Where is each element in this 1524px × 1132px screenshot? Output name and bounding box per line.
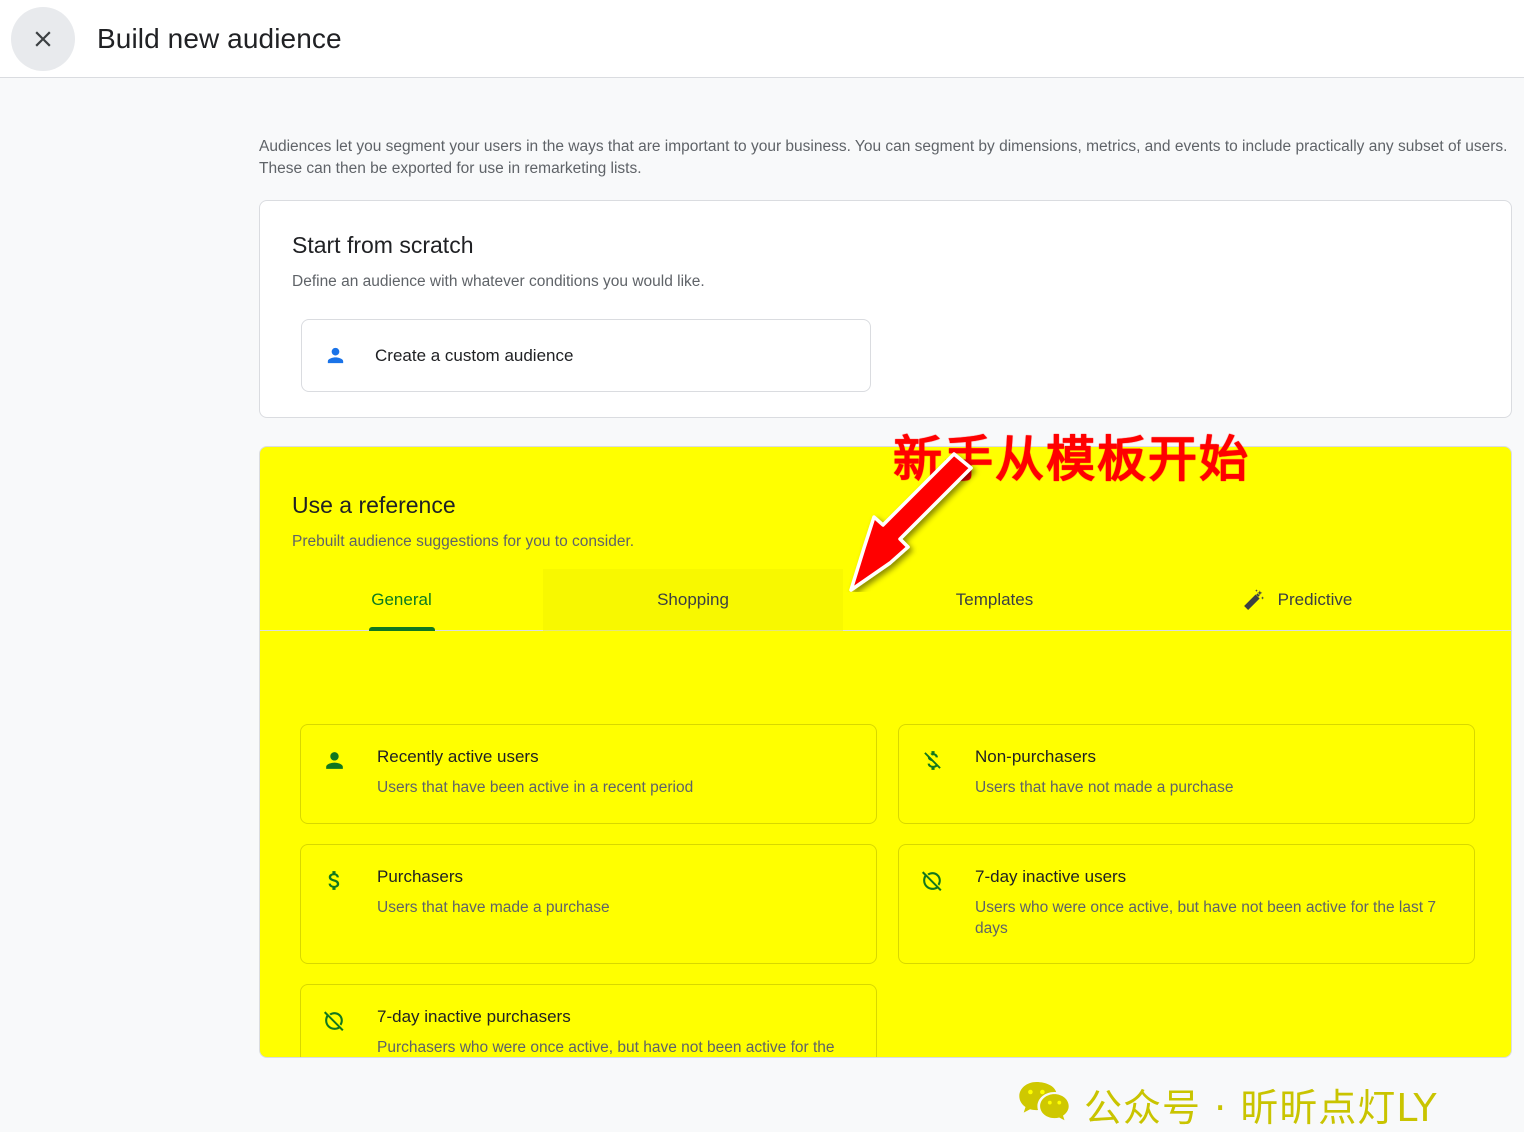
use-a-reference-title: Use a reference <box>292 492 456 518</box>
suggestion-description: Purchasers who were once active, but hav… <box>377 1039 835 1056</box>
tab-predictive[interactable]: Predictive <box>1146 569 1446 631</box>
use-a-reference-panel: Use a reference Prebuilt audience sugges… <box>259 446 1512 1058</box>
tab-general-label: General <box>371 590 432 609</box>
dollar-icon <box>321 867 347 893</box>
tab-templates-label: Templates <box>955 590 1034 609</box>
suggestion-row: 7-day inactive purchasers Purchasers who… <box>300 984 1475 1057</box>
grid-spacer <box>898 984 1475 1057</box>
wechat-watermark-text: 公众号 · 昕昕点灯LY <box>1084 1086 1438 1130</box>
suggestion-card-non-purchasers[interactable]: Non-purchasers Users that have not made … <box>898 724 1475 824</box>
start-from-scratch-title: Start from scratch <box>292 232 474 258</box>
suggestion-description: Users who were once active, but have not… <box>975 899 1436 937</box>
tab-general[interactable]: General <box>260 569 543 631</box>
tab-templates[interactable]: Templates <box>843 569 1146 631</box>
create-custom-audience-label: Create a custom audience <box>375 345 574 365</box>
suggestion-card-7-day-inactive-purchasers[interactable]: 7-day inactive purchasers Purchasers who… <box>300 984 877 1057</box>
use-a-reference-subtitle: Prebuilt audience suggestions for you to… <box>292 533 635 550</box>
suggestion-title: 7-day inactive users <box>975 867 1127 886</box>
intro-description: Audiences let you segment your users in … <box>259 138 1508 177</box>
suggestion-title: Recently active users <box>377 747 539 766</box>
tab-active-indicator <box>368 627 435 631</box>
dialog-header: Build new audience <box>0 0 1524 78</box>
suggestion-description: Users that have not made a purchase <box>975 779 1234 796</box>
create-custom-audience-button[interactable]: Create a custom audience <box>301 319 871 392</box>
page-title: Build new audience <box>97 22 342 54</box>
wechat-watermark: 公众号 · 昕昕点灯LY <box>1018 1077 1438 1132</box>
start-from-scratch-subtitle: Define an audience with whatever conditi… <box>292 273 705 290</box>
annotation-text: 新手从模板开始 <box>893 431 1251 488</box>
tab-shopping[interactable]: Shopping <box>543 569 843 631</box>
person-icon <box>321 747 347 773</box>
person-icon <box>323 344 347 368</box>
suggestion-row: Recently active users Users that have be… <box>300 724 1475 824</box>
alarm-off-icon <box>321 1007 347 1033</box>
tab-predictive-label: Predictive <box>1277 590 1353 609</box>
start-from-scratch-panel: Start from scratch Define an audience wi… <box>259 200 1512 418</box>
dialog-body: Audiences let you segment your users in … <box>0 79 1524 1130</box>
suggestion-row: Purchasers Users that have made a purcha… <box>300 844 1475 964</box>
suggestion-card-7-day-inactive-users[interactable]: 7-day inactive users Users who were once… <box>898 844 1475 964</box>
suggestion-title: Non-purchasers <box>975 747 1096 766</box>
suggestion-description: Users that have been active in a recent … <box>377 779 694 796</box>
close-button[interactable] <box>11 6 75 71</box>
wechat-icon <box>1018 1080 1070 1129</box>
suggestion-grid: Recently active users Users that have be… <box>300 724 1475 1057</box>
tab-shopping-label: Shopping <box>657 590 729 609</box>
suggestion-card-recently-active-users[interactable]: Recently active users Users that have be… <box>300 724 877 824</box>
suggestion-title: Purchasers <box>377 867 463 886</box>
close-icon <box>30 26 56 52</box>
money-off-icon <box>919 747 945 773</box>
suggestion-description: Users that have made a purchase <box>377 899 610 916</box>
alarm-off-icon <box>919 867 945 893</box>
suggestion-card-purchasers[interactable]: Purchasers Users that have made a purcha… <box>300 844 877 964</box>
magic-wand-icon <box>1240 587 1266 613</box>
reference-tabs: General Shopping Templates Predictive <box>260 569 1511 631</box>
suggestion-title: 7-day inactive purchasers <box>377 1007 571 1026</box>
